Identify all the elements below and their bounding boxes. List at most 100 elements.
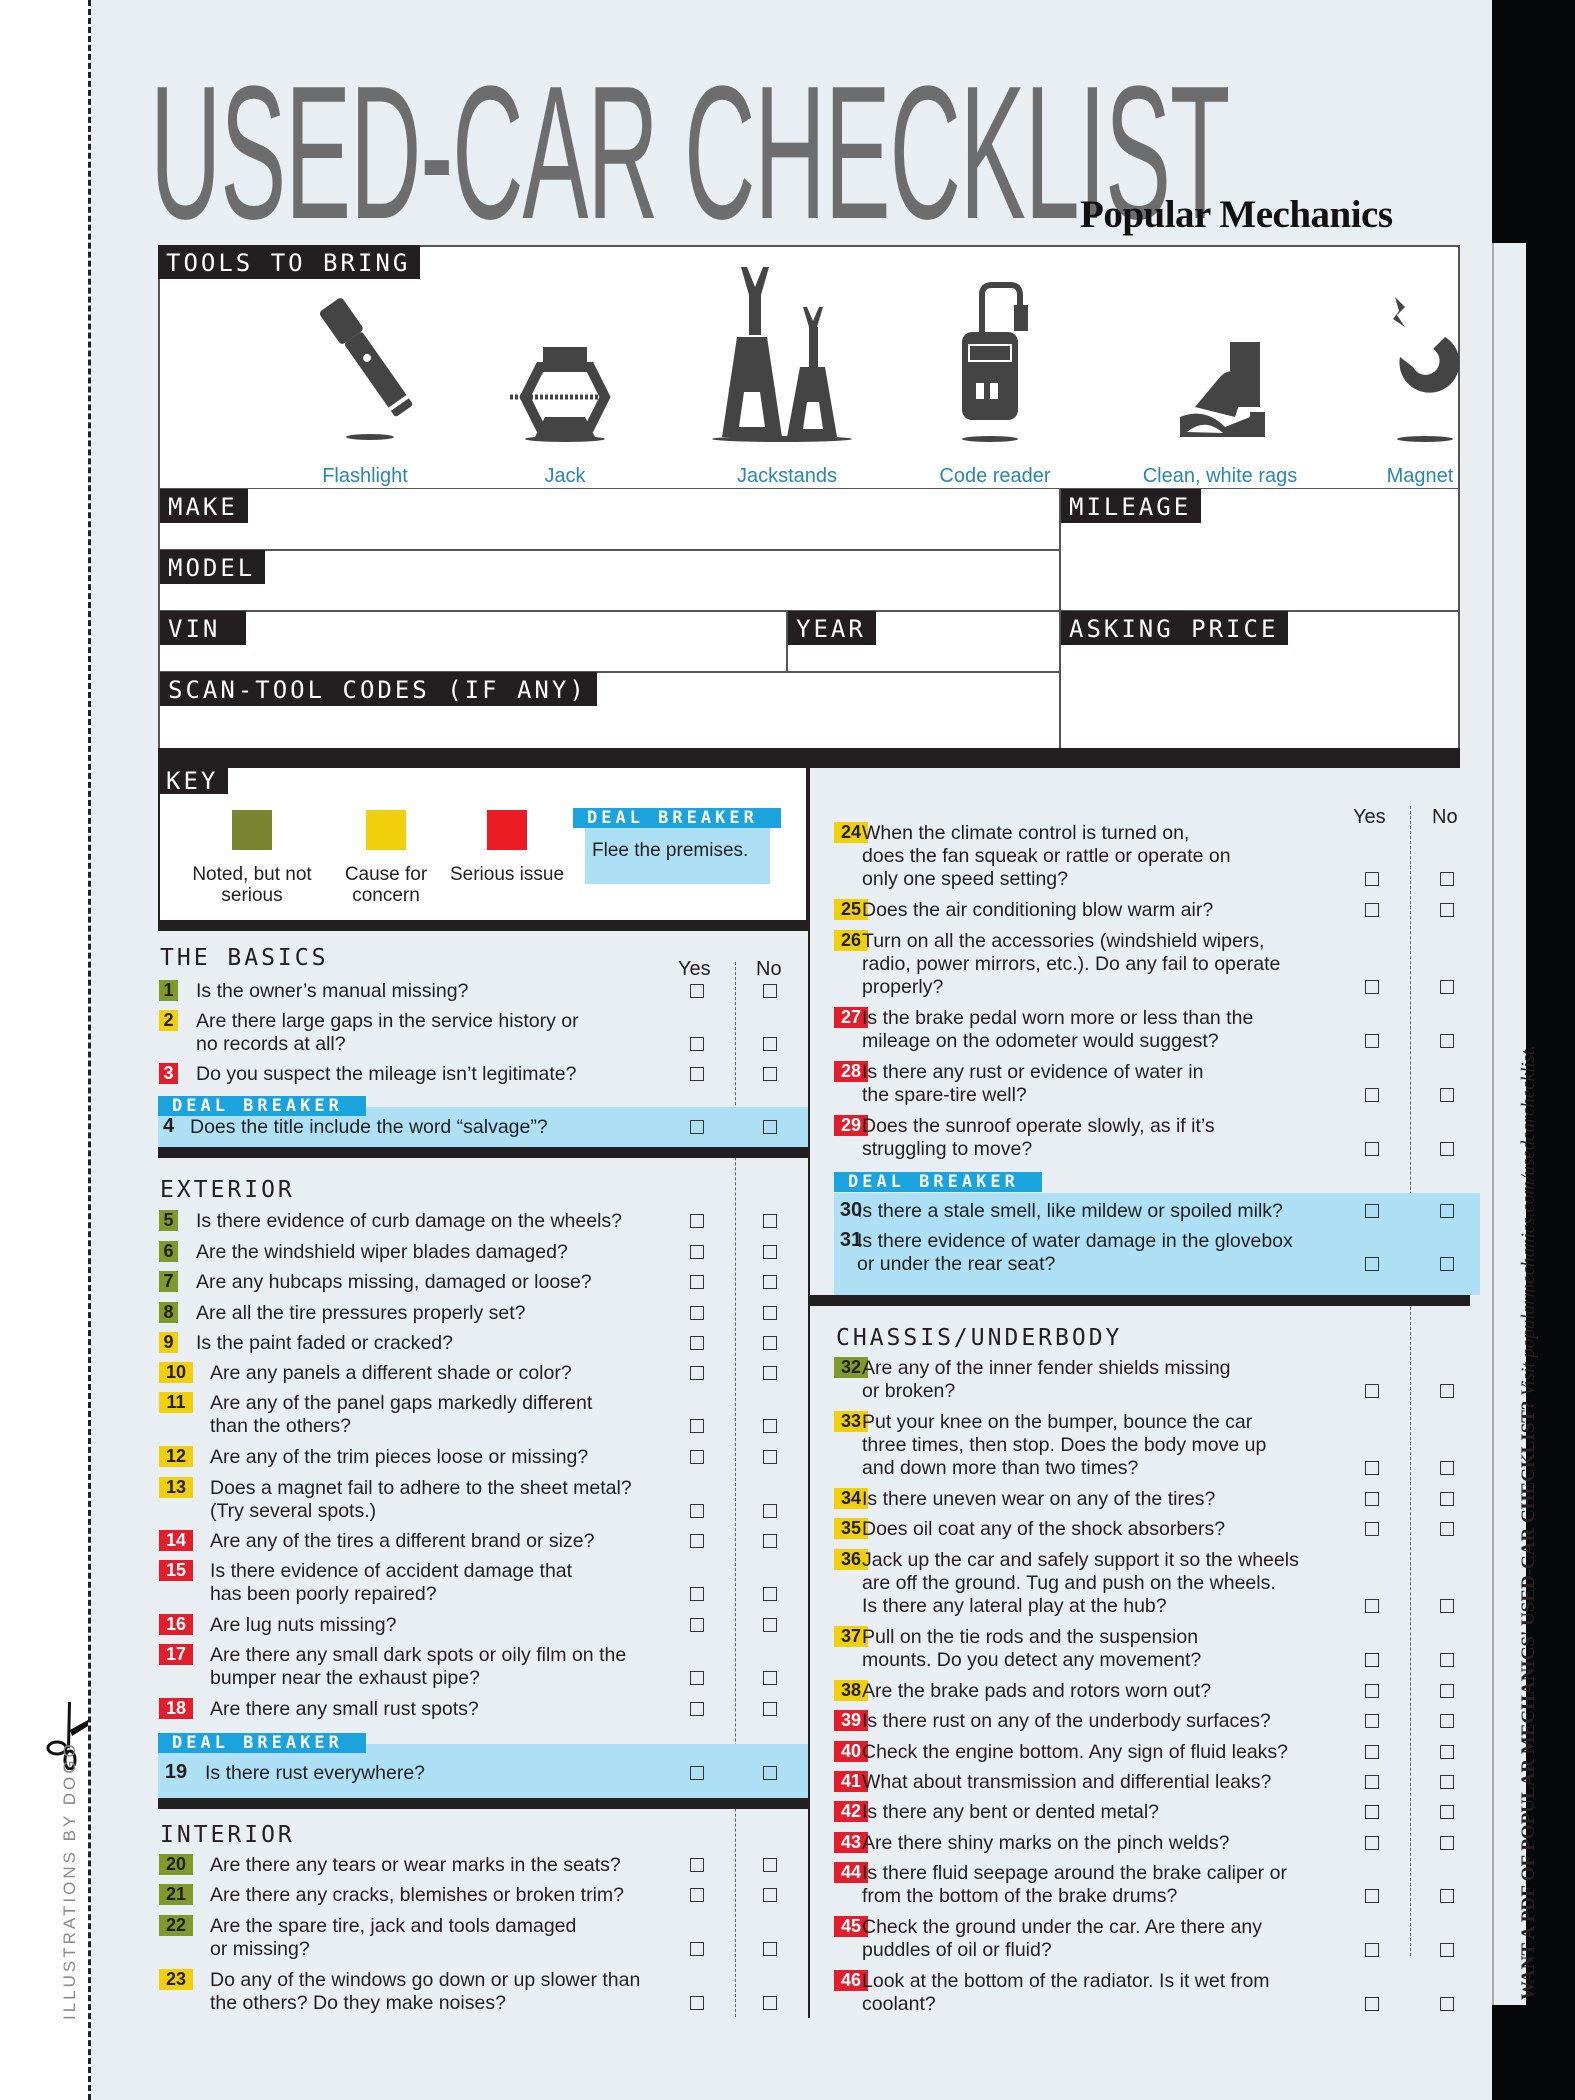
yes-checkbox[interactable] xyxy=(1365,1599,1379,1613)
yes-checkbox[interactable] xyxy=(690,1618,704,1632)
no-checkbox[interactable] xyxy=(1440,1034,1454,1048)
yes-checkbox[interactable] xyxy=(1365,1088,1379,1102)
no-checkbox[interactable] xyxy=(763,1366,777,1380)
yes-checkbox[interactable] xyxy=(690,1245,704,1259)
yes-checkbox[interactable] xyxy=(1365,1684,1379,1698)
no-checkbox[interactable] xyxy=(763,1942,777,1956)
question-text: Put your knee on the bumper, bounce the … xyxy=(862,1411,1267,1479)
yes-checkbox[interactable] xyxy=(690,1419,704,1433)
yes-checkbox[interactable] xyxy=(690,1450,704,1464)
no-checkbox[interactable] xyxy=(1440,1522,1454,1536)
yes-checkbox[interactable] xyxy=(690,1336,704,1350)
checklist-item: 6 Are the windshield wiper blades damaged… xyxy=(158,1241,808,1264)
no-checkbox[interactable] xyxy=(1440,1599,1454,1613)
yes-checkbox[interactable] xyxy=(690,1275,704,1289)
yes-checkbox[interactable] xyxy=(1365,1805,1379,1819)
no-checkbox[interactable] xyxy=(1440,1142,1454,1156)
no-checkbox[interactable] xyxy=(763,1306,777,1320)
yes-checkbox[interactable] xyxy=(690,1702,704,1716)
no-checkbox[interactable] xyxy=(1440,1997,1454,2011)
yes-checkbox[interactable] xyxy=(690,1214,704,1228)
severity-number: 6 xyxy=(159,1241,178,1262)
yes-checkbox[interactable] xyxy=(690,984,704,998)
yes-checkbox[interactable] xyxy=(690,1120,704,1134)
yes-checkbox[interactable] xyxy=(690,1671,704,1685)
no-checkbox[interactable] xyxy=(763,1120,777,1134)
no-checkbox[interactable] xyxy=(763,984,777,998)
no-checkbox[interactable] xyxy=(763,1858,777,1872)
question-text: Is there rust on any of the underbody su… xyxy=(862,1710,1271,1732)
no-checkbox[interactable] xyxy=(763,1214,777,1228)
yes-checkbox[interactable] xyxy=(690,1534,704,1548)
yes-checkbox[interactable] xyxy=(1365,1745,1379,1759)
no-checkbox[interactable] xyxy=(1440,1088,1454,1102)
yes-checkbox[interactable] xyxy=(690,1942,704,1956)
no-checkbox[interactable] xyxy=(763,1336,777,1350)
no-checkbox[interactable] xyxy=(1440,1805,1454,1819)
no-checkbox[interactable] xyxy=(1440,1653,1454,1667)
no-checkbox[interactable] xyxy=(763,1766,777,1780)
yes-checkbox[interactable] xyxy=(690,1858,704,1872)
no-checkbox[interactable] xyxy=(1440,1714,1454,1728)
no-checkbox[interactable] xyxy=(1440,1889,1454,1903)
yes-checkbox[interactable] xyxy=(1365,1142,1379,1156)
no-checkbox[interactable] xyxy=(1440,903,1454,917)
yes-checkbox[interactable] xyxy=(1365,1522,1379,1536)
yes-checkbox[interactable] xyxy=(1365,1653,1379,1667)
no-checkbox[interactable] xyxy=(1440,1257,1454,1271)
no-checkbox[interactable] xyxy=(763,1275,777,1289)
yes-checkbox[interactable] xyxy=(690,1306,704,1320)
yes-checkbox[interactable] xyxy=(1365,1943,1379,1957)
yes-checkbox[interactable] xyxy=(1365,872,1379,886)
yes-checkbox[interactable] xyxy=(1365,1997,1379,2011)
yes-checkbox[interactable] xyxy=(1365,1461,1379,1475)
yes-checkbox[interactable] xyxy=(690,1766,704,1780)
no-checkbox[interactable] xyxy=(763,1702,777,1716)
no-checkbox[interactable] xyxy=(763,1888,777,1902)
yes-checkbox[interactable] xyxy=(690,1996,704,2010)
yes-checkbox[interactable] xyxy=(690,1504,704,1518)
yes-checkbox[interactable] xyxy=(1365,1836,1379,1850)
yes-checkbox[interactable] xyxy=(1365,1257,1379,1271)
no-checkbox[interactable] xyxy=(1440,1461,1454,1475)
no-checkbox[interactable] xyxy=(763,1067,777,1081)
no-checkbox[interactable] xyxy=(1440,1836,1454,1850)
no-checkbox[interactable] xyxy=(1440,1492,1454,1506)
yes-checkbox[interactable] xyxy=(690,1366,704,1380)
question-text: Are the spare tire, jack and tools damag… xyxy=(210,1915,577,1960)
yes-checkbox[interactable] xyxy=(690,1067,704,1081)
no-checkbox[interactable] xyxy=(763,1618,777,1632)
no-checkbox[interactable] xyxy=(763,1671,777,1685)
no-checkbox[interactable] xyxy=(763,1534,777,1548)
yes-checkbox[interactable] xyxy=(1365,1034,1379,1048)
no-checkbox[interactable] xyxy=(1440,980,1454,994)
yes-checkbox[interactable] xyxy=(1365,903,1379,917)
no-checkbox[interactable] xyxy=(763,1450,777,1464)
no-checkbox[interactable] xyxy=(1440,1745,1454,1759)
yes-checkbox[interactable] xyxy=(690,1888,704,1902)
no-checkbox[interactable] xyxy=(763,1245,777,1259)
checklist-item: 18 Are there any small rust spots? xyxy=(158,1698,808,1721)
no-checkbox[interactable] xyxy=(763,1996,777,2010)
no-checkbox[interactable] xyxy=(1440,1384,1454,1398)
no-checkbox[interactable] xyxy=(1440,872,1454,886)
no-checkbox[interactable] xyxy=(763,1037,777,1051)
yes-checkbox[interactable] xyxy=(1365,1384,1379,1398)
no-checkbox[interactable] xyxy=(763,1504,777,1518)
yes-checkbox[interactable] xyxy=(1365,1889,1379,1903)
yes-checkbox[interactable] xyxy=(690,1037,704,1051)
yes-checkbox[interactable] xyxy=(1365,980,1379,994)
yes-checkbox[interactable] xyxy=(1365,1775,1379,1789)
yes-checkbox[interactable] xyxy=(690,1587,704,1601)
yes-checkbox[interactable] xyxy=(1365,1204,1379,1218)
no-checkbox[interactable] xyxy=(763,1587,777,1601)
no-checkbox[interactable] xyxy=(1440,1204,1454,1218)
no-checkbox[interactable] xyxy=(1440,1684,1454,1698)
no-checkbox[interactable] xyxy=(763,1419,777,1433)
pdf-note-link[interactable]: Visit popularmechanics.com/usedcarcheckl… xyxy=(1518,1045,1539,1401)
checklist-item: 8 Are all the tire pressures properly set… xyxy=(158,1302,808,1325)
yes-checkbox[interactable] xyxy=(1365,1714,1379,1728)
yes-checkbox[interactable] xyxy=(1365,1492,1379,1506)
no-checkbox[interactable] xyxy=(1440,1943,1454,1957)
no-checkbox[interactable] xyxy=(1440,1775,1454,1789)
